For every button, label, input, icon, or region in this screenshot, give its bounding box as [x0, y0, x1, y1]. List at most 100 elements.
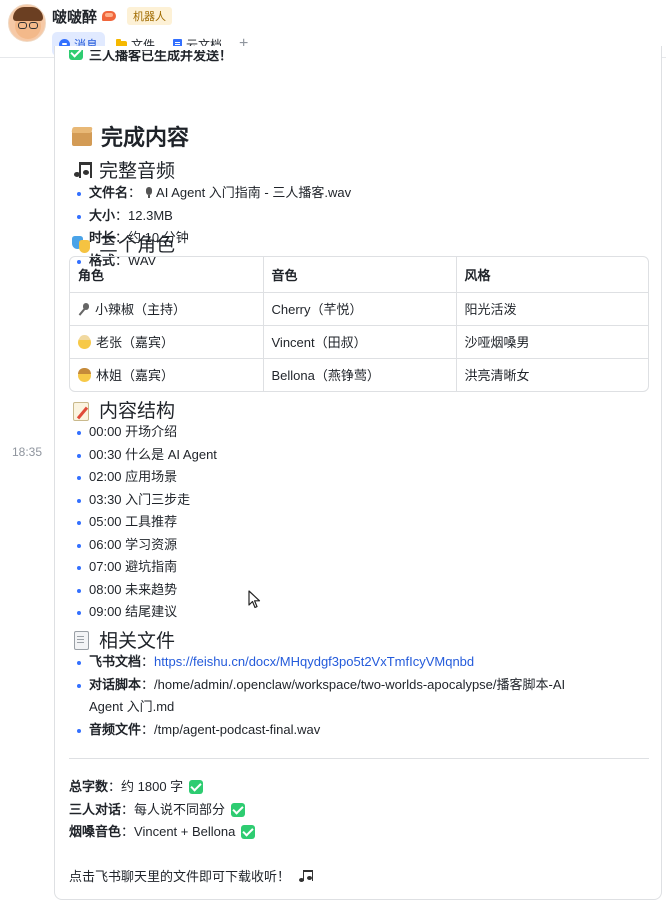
list-item: 05:00 工具推荐 [75, 511, 217, 534]
check-icon [189, 780, 204, 795]
role-name: 林姐（嘉宾） [96, 368, 175, 384]
microphone-icon [78, 303, 90, 316]
list-item: 02:00 应用场景 [75, 466, 217, 489]
audio-section-title: 完整音频 [71, 156, 175, 183]
item-label: 飞书文档 [89, 654, 142, 669]
summary-value: 每人说不同部分 [134, 801, 226, 817]
item-sep: ： [115, 207, 129, 223]
files-list: 飞书文档：https://feishu.cn/docx/MHqydgf3po5t… [75, 651, 565, 741]
summary-label: 烟嗓音色 [69, 824, 122, 839]
table-cell: Cherry（芊悦） [263, 292, 457, 326]
table-row: 林姐（嘉宾） Bellona（燕铮莺） 洪亮清晰女 [70, 358, 648, 391]
avatar[interactable] [8, 4, 46, 42]
bot-badge: 机器人 [127, 7, 173, 25]
message-card: 三人播客已生成并发送！ 完成内容 完整音频 文件名： AI Agent 入门指南 … [54, 46, 662, 900]
list-item: 文件名： AI Agent 入门指南 - 三人播客.wav [75, 182, 351, 205]
mouse-cursor-icon [248, 590, 261, 609]
list-item: 音频文件：/tmp/agent-podcast-final.wav [75, 719, 565, 742]
table-cell: 阳光活泼 [456, 292, 648, 326]
summary-label: 总字数 [69, 779, 109, 794]
check-icon [241, 825, 256, 840]
roles-table: 角色 音色 风格 小辣椒（主持） Cherry（芊悦） 阳光活泼 老张（嘉宾） … [69, 256, 649, 392]
message-timestamp: 18:35 [12, 445, 43, 459]
item-label: 大小 [89, 207, 116, 223]
audio-path: /tmp/agent-podcast-final.wav [154, 721, 321, 737]
item-sep: ： [128, 185, 142, 200]
script-path-continued: Agent 入门.md [89, 699, 175, 714]
table-cell: Bellona（燕铮莺） [263, 358, 457, 391]
section-title-text: 完整音频 [99, 161, 176, 182]
item-value: 12.3MB [128, 207, 173, 223]
list-item: 07:00 避坑指南 [75, 556, 217, 579]
avatar-glasses-icon [18, 22, 27, 29]
list-item: 00:00 开场介绍 [75, 421, 217, 444]
list-item: 08:00 未来趋势 [75, 579, 217, 602]
check-icon [231, 802, 246, 817]
avatar-glasses-icon [29, 22, 38, 29]
summary-line: 三人对话：每人说不同部分 [69, 799, 255, 822]
list-item: 06:00 学习资源 [75, 534, 217, 557]
script-path: /home/admin/.openclaw/workspace/two-worl… [154, 676, 566, 692]
shrimp-icon [101, 9, 119, 23]
old-man-icon [78, 335, 91, 349]
item-label: 文件名 [89, 185, 129, 200]
theater-masks-icon [71, 234, 91, 254]
section-title-text: 三个角色 [99, 235, 176, 256]
roles-section-title: 三个角色 [71, 230, 175, 257]
status-text: 三人播客已生成并发送！ [89, 50, 233, 62]
summary-line: 总字数：约 1800 字 [69, 776, 255, 799]
item-sep: ： [141, 654, 155, 669]
table-row: 小辣椒（主持） Cherry（芊悦） 阳光活泼 [70, 292, 648, 326]
files-section-title: 相关文件 [71, 626, 175, 653]
list-item: 03:30 入门三步走 [75, 489, 217, 512]
structure-list: 00:00 开场介绍 00:30 什么是 AI Agent 02:00 应用场景… [75, 421, 217, 624]
title-row: 啵啵醉 机器人 [52, 6, 173, 27]
item-label: 对话脚本 [89, 676, 142, 692]
item-label: 音频文件 [89, 721, 142, 737]
package-icon [71, 125, 93, 147]
table-row: 老张（嘉宾） Vincent（田叔） 沙哑烟嗓男 [70, 325, 648, 359]
table-cell: 小辣椒（主持） [70, 292, 264, 326]
column-header: 角色 [70, 257, 264, 293]
chat-title[interactable]: 啵啵醉 [52, 6, 97, 27]
role-name: 老张（嘉宾） [96, 335, 175, 350]
item-sep: ： [141, 721, 155, 737]
heading-text: 完成内容 [101, 125, 190, 150]
table-cell: 洪亮清晰女 [464, 368, 530, 384]
avatar-hair-icon [13, 7, 43, 21]
section-title-text: 内容结构 [99, 401, 176, 422]
summary-block: 总字数：约 1800 字 三人对话：每人说不同部分 烟嗓音色：Vincent +… [69, 776, 256, 844]
summary-line: 烟嗓音色：Vincent + Bellona [69, 821, 256, 844]
music-notes-icon [298, 869, 314, 883]
list-item: 大小：12.3MB [75, 205, 351, 228]
footer-text: 点击飞书聊天里的文件即可下载收听！ [69, 869, 291, 884]
feishu-doc-link[interactable]: https://feishu.cn/docx/MHqydgf3po5t2VxTm… [154, 654, 474, 669]
summary-sep: ： [108, 779, 122, 794]
table-cell: 林姐（嘉宾） [70, 358, 264, 391]
table-cell: 老张（嘉宾） [70, 325, 264, 359]
structure-section-title: 内容结构 [71, 396, 175, 423]
item-sep: ： [141, 676, 155, 692]
section-title-text: 相关文件 [99, 631, 176, 652]
column-header: 风格 [456, 257, 648, 293]
check-icon [69, 50, 83, 60]
list-item: 飞书文档：https://feishu.cn/docx/MHqydgf3po5t… [75, 651, 565, 674]
memo-icon [71, 400, 91, 421]
list-item: 对话脚本：/home/admin/.openclaw/workspace/two… [75, 674, 565, 719]
summary-sep: ： [121, 801, 135, 817]
table-cell: Vincent（田叔） [263, 325, 457, 359]
role-name: 小辣椒（主持） [95, 302, 187, 317]
item-value: AI Agent 入门指南 - 三人播客.wav [156, 185, 352, 200]
page-icon [71, 630, 91, 650]
column-header: 音色 [263, 257, 457, 293]
section-heading-done: 完成内容 [71, 120, 189, 152]
table-header-row: 角色 音色 风格 [70, 257, 648, 293]
woman-icon [78, 368, 91, 383]
status-line: 三人播客已生成并发送！ [69, 50, 232, 62]
list-item: 00:30 什么是 AI Agent [75, 444, 217, 467]
summary-value: 约 1800 字 [121, 779, 184, 794]
divider [69, 758, 649, 759]
list-item: 09:00 结尾建议 [75, 601, 217, 624]
footer-note: 点击飞书聊天里的文件即可下载收听！ [69, 866, 314, 885]
table-cell: 沙哑烟嗓男 [456, 325, 648, 359]
